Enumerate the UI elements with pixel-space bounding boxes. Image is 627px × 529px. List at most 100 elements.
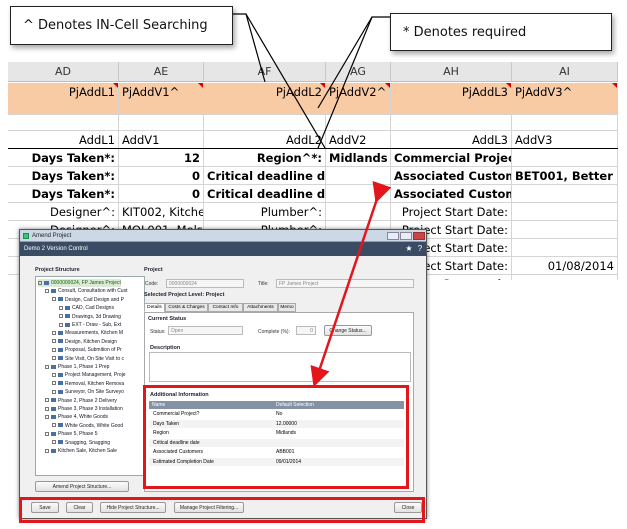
tree-node[interactable]: Surveyor, On Site Surveyo <box>52 388 124 396</box>
tree-node[interactable]: Proposal, Submition of Pr <box>52 346 122 354</box>
tree-node[interactable]: 0000000024, FP James Project <box>38 279 121 287</box>
label-cell[interactable]: AddL3 <box>391 131 512 149</box>
label-cell[interactable]: AddV1 <box>119 131 204 149</box>
data-cell[interactable] <box>512 149 618 167</box>
data-cell[interactable]: Critical deadline date^: <box>204 185 326 203</box>
orange-header-cell[interactable]: PjAddL1 <box>8 83 119 115</box>
data-cell[interactable]: 01/08/2014 <box>512 257 618 275</box>
data-cell[interactable] <box>512 203 618 221</box>
tree-node[interactable]: Site Visit, On Site Visit to c <box>52 355 124 363</box>
tab-memo[interactable]: Memo <box>278 303 296 312</box>
orange-header-cell[interactable]: PjAddL3 <box>391 83 512 115</box>
expand-icon[interactable] <box>52 356 56 361</box>
tree-node[interactable]: Kitchen Sale, Kitchen Sale <box>45 447 117 455</box>
empty-cell[interactable] <box>204 115 326 131</box>
star-icon[interactable]: ★ <box>405 245 413 253</box>
data-cell[interactable]: Project Start Date: <box>391 203 512 221</box>
data-cell[interactable]: Associated Customers^: <box>391 185 512 203</box>
data-cell[interactable]: Commercial Project?^: <box>391 149 512 167</box>
data-cell[interactable]: KIT002, Kitchen <box>119 203 204 221</box>
tree-node[interactable]: Project Management, Proje <box>52 371 126 379</box>
empty-cell[interactable] <box>512 115 618 131</box>
data-cell[interactable]: Critical deadline date^: <box>204 167 326 185</box>
expand-icon[interactable] <box>52 381 56 386</box>
tab-details[interactable]: Details <box>144 303 165 312</box>
column-header-ae[interactable]: AE <box>119 62 204 82</box>
data-cell[interactable]: Associated Customers^: <box>391 167 512 185</box>
expand-icon[interactable] <box>52 423 56 428</box>
expand-icon[interactable] <box>45 415 49 420</box>
tree-node[interactable]: Drawings, 3d Drawing <box>59 313 121 321</box>
tree-node[interactable]: Snagging, Snagging <box>52 439 110 447</box>
tree-node[interactable]: Measurements, Kitchen M <box>52 329 123 337</box>
empty-cell[interactable] <box>391 115 512 131</box>
tree-node[interactable]: White Goods, White Good <box>52 422 123 430</box>
tree-node[interactable]: Design, Kitchen Design <box>52 338 117 346</box>
tree-node[interactable]: Phase 2, Phase 2 Delivery <box>45 397 117 405</box>
data-cell[interactable]: Plumber^: <box>204 203 326 221</box>
expand-icon[interactable] <box>52 297 56 302</box>
amend-project-structure-button[interactable]: Amend Project Structure... <box>35 481 129 492</box>
tree-node[interactable]: Phase 3, Phase 3 Installation <box>45 405 123 413</box>
data-cell[interactable]: Days Taken*: <box>8 167 119 185</box>
expand-icon[interactable] <box>45 398 49 403</box>
description-textarea[interactable] <box>149 352 411 382</box>
label-cell[interactable]: AddL1 <box>8 131 119 149</box>
data-cell[interactable]: BET001, Better Kitch <box>512 167 618 185</box>
tab-contact-info[interactable]: Contact Info <box>208 303 243 312</box>
data-cell[interactable] <box>326 167 391 185</box>
tab-attachments[interactable]: Attachments <box>243 303 278 312</box>
expand-icon[interactable] <box>45 289 49 294</box>
code-field[interactable]: 0000000024 <box>166 279 244 288</box>
expand-icon[interactable] <box>52 331 56 336</box>
orange-header-cell[interactable]: PjAddV1^ <box>119 83 204 115</box>
orange-header-cell[interactable]: PjAddL2 <box>204 83 326 115</box>
data-cell[interactable]: Midlands <box>326 149 391 167</box>
empty-cell[interactable] <box>119 115 204 131</box>
data-cell[interactable] <box>512 221 618 239</box>
expand-icon[interactable] <box>45 448 49 453</box>
label-cell[interactable]: AddV3 <box>512 131 618 149</box>
expand-icon[interactable] <box>38 280 42 285</box>
data-cell[interactable]: 0 <box>119 167 204 185</box>
tree-node[interactable]: CAD, Cad Designs <box>59 304 114 312</box>
data-cell[interactable] <box>326 185 391 203</box>
column-header-ah[interactable]: AH <box>391 62 512 82</box>
data-cell[interactable] <box>512 185 618 203</box>
maximize-button[interactable] <box>400 232 412 240</box>
column-header-ai[interactable]: AI <box>512 62 618 82</box>
help-icon[interactable]: ? <box>416 245 424 253</box>
close-window-button[interactable] <box>413 232 425 240</box>
title-field[interactable]: FP James Project <box>276 279 414 288</box>
tab-costs-charges[interactable]: Costs & Charges <box>165 303 208 312</box>
expand-icon[interactable] <box>52 389 56 394</box>
change-status-button[interactable]: Change Status... <box>324 325 372 336</box>
tree-node[interactable]: Phase 4, White Goods <box>45 413 108 421</box>
complete-field[interactable]: 0 <box>296 326 316 335</box>
data-cell[interactable]: Designer^: <box>8 203 119 221</box>
empty-cell[interactable] <box>326 115 391 131</box>
label-cell[interactable]: AddL2 <box>204 131 326 149</box>
data-cell[interactable]: Region^*: <box>204 149 326 167</box>
tree-node[interactable]: Consult, Consultation with Cust <box>45 287 127 295</box>
data-cell[interactable] <box>512 239 618 257</box>
expand-icon[interactable] <box>59 305 63 310</box>
data-cell[interactable]: Days Taken*: <box>8 149 119 167</box>
minimize-button[interactable] <box>387 232 399 240</box>
label-cell[interactable]: AddV2 <box>326 131 391 149</box>
expand-icon[interactable] <box>45 406 49 411</box>
data-cell[interactable] <box>512 275 618 280</box>
orange-header-cell[interactable]: PjAddV2^ <box>326 83 391 115</box>
expand-icon[interactable] <box>52 440 56 445</box>
data-cell[interactable]: 0 <box>119 185 204 203</box>
status-field[interactable]: Open <box>168 326 243 335</box>
expand-icon[interactable] <box>59 314 63 319</box>
data-cell[interactable] <box>326 203 391 221</box>
data-cell[interactable]: 12 <box>119 149 204 167</box>
tree-node[interactable]: EXT - Draw - Sub, Ext <box>59 321 121 329</box>
expand-icon[interactable] <box>45 364 49 369</box>
column-header-ag[interactable]: AG <box>326 62 391 82</box>
expand-icon[interactable] <box>59 322 63 327</box>
tree-node[interactable]: Phase 1, Phase 1 Prep <box>45 363 109 371</box>
data-cell[interactable]: Days Taken*: <box>8 185 119 203</box>
